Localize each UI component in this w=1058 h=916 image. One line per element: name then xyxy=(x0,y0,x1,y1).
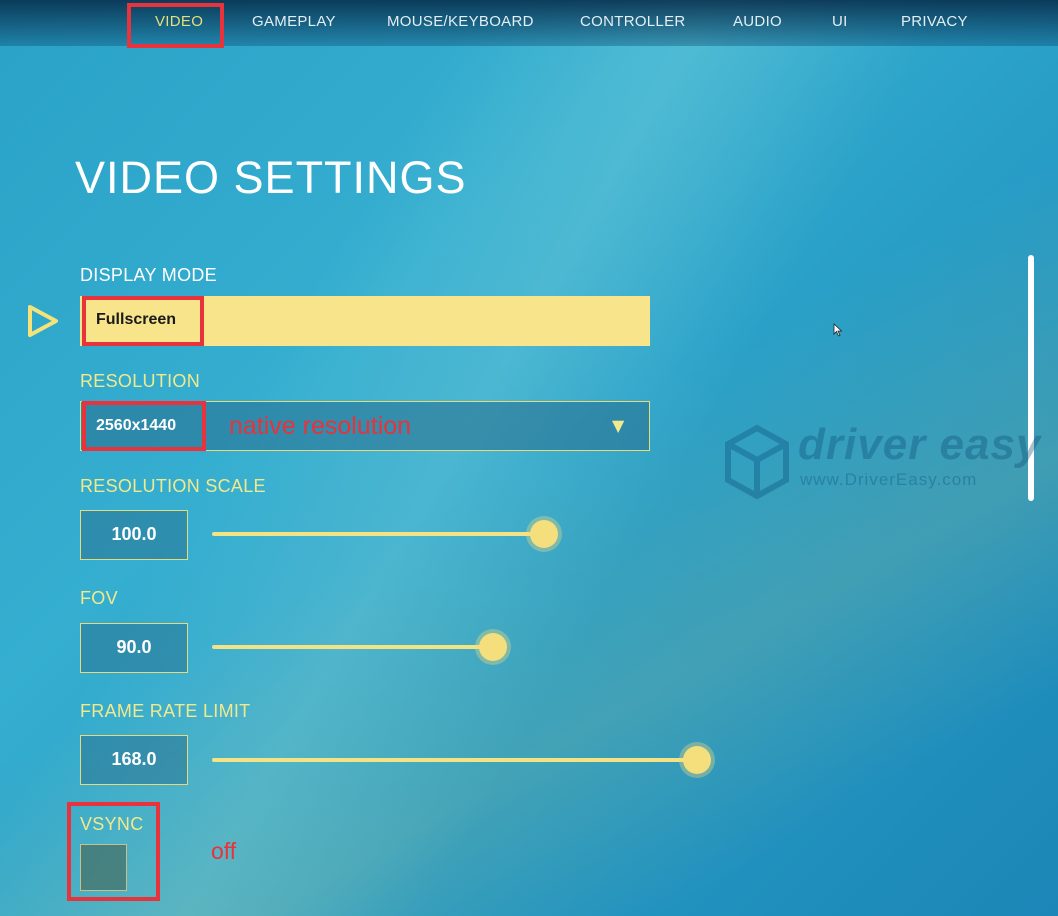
fov-label: FOV xyxy=(80,588,118,608)
vsync-checkbox[interactable] xyxy=(80,844,127,891)
vsync-label: VSYNC xyxy=(80,814,144,834)
tab-ui[interactable]: UI xyxy=(832,13,848,30)
tab-privacy[interactable]: PRIVACY xyxy=(901,13,968,30)
tab-gameplay[interactable]: GAMEPLAY xyxy=(252,13,336,30)
display-mode-label: DISPLAY MODE xyxy=(80,265,217,285)
resolution-value: 2560x1440 xyxy=(96,417,177,434)
frame-rate-limit-input[interactable]: 168.0 xyxy=(80,735,188,785)
resolution-scale-track[interactable] xyxy=(212,532,544,536)
tab-audio[interactable]: AUDIO xyxy=(733,13,782,30)
resolution-scale-label: RESOLUTION SCALE xyxy=(80,476,266,496)
play-triangle-outline-icon xyxy=(26,303,60,343)
resolution-label: RESOLUTION xyxy=(80,371,201,391)
watermark-url: www.DriverEasy.com xyxy=(800,470,978,489)
watermark-brand: driver easy xyxy=(798,420,1042,469)
fov-track[interactable] xyxy=(212,645,493,649)
resolution-scale-knob[interactable] xyxy=(530,520,558,548)
fov-knob[interactable] xyxy=(479,633,507,661)
tab-video[interactable]: VIDEO xyxy=(155,13,203,30)
hexagon-cube-icon xyxy=(722,424,792,504)
vsync-annotation: off xyxy=(211,838,237,864)
tab-controller[interactable]: CONTROLLER xyxy=(580,13,686,30)
display-mode-value: Fullscreen xyxy=(96,311,177,328)
triangle-down-icon[interactable]: ▼ xyxy=(612,416,624,435)
mouse-pointer-icon xyxy=(833,322,843,341)
frame-rate-limit-track[interactable] xyxy=(212,758,697,762)
frame-rate-limit-knob[interactable] xyxy=(683,746,711,774)
tab-mouse-keyboard[interactable]: MOUSE/KEYBOARD xyxy=(387,13,534,30)
frame-rate-limit-label: FRAME RATE LIMIT xyxy=(80,701,251,721)
page-title: VIDEO SETTINGS xyxy=(75,152,467,203)
fov-input[interactable]: 90.0 xyxy=(80,623,188,673)
resolution-scale-input[interactable]: 100.0 xyxy=(80,510,188,560)
resolution-annotation: native resolution xyxy=(229,412,412,440)
